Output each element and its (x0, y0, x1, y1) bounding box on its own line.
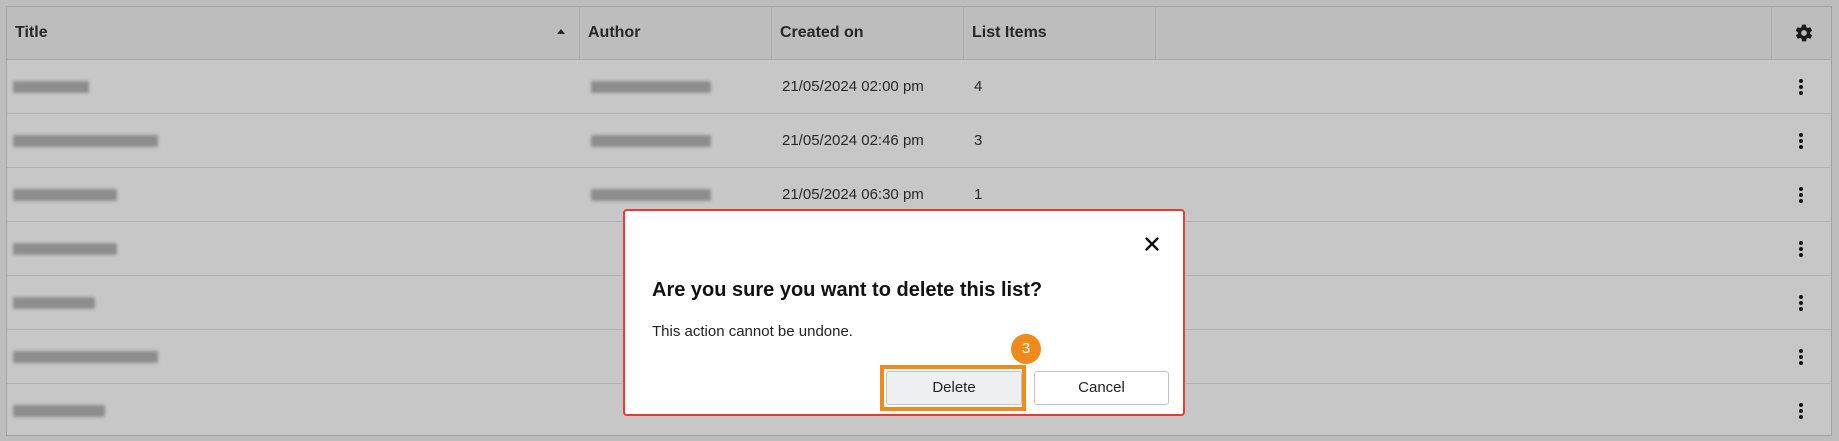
step-number-badge: 3 (1011, 334, 1041, 364)
app-window: Title Author Created on List Items 21/05… (0, 0, 1839, 441)
delete-button[interactable]: Delete (886, 371, 1022, 405)
cancel-button[interactable]: Cancel (1034, 371, 1169, 405)
delete-confirmation-dialog: Are you sure you want to delete this lis… (623, 209, 1185, 416)
close-icon[interactable] (1141, 233, 1163, 255)
dialog-message: This action cannot be undone. (652, 323, 853, 340)
dialog-title: Are you sure you want to delete this lis… (652, 279, 1043, 301)
